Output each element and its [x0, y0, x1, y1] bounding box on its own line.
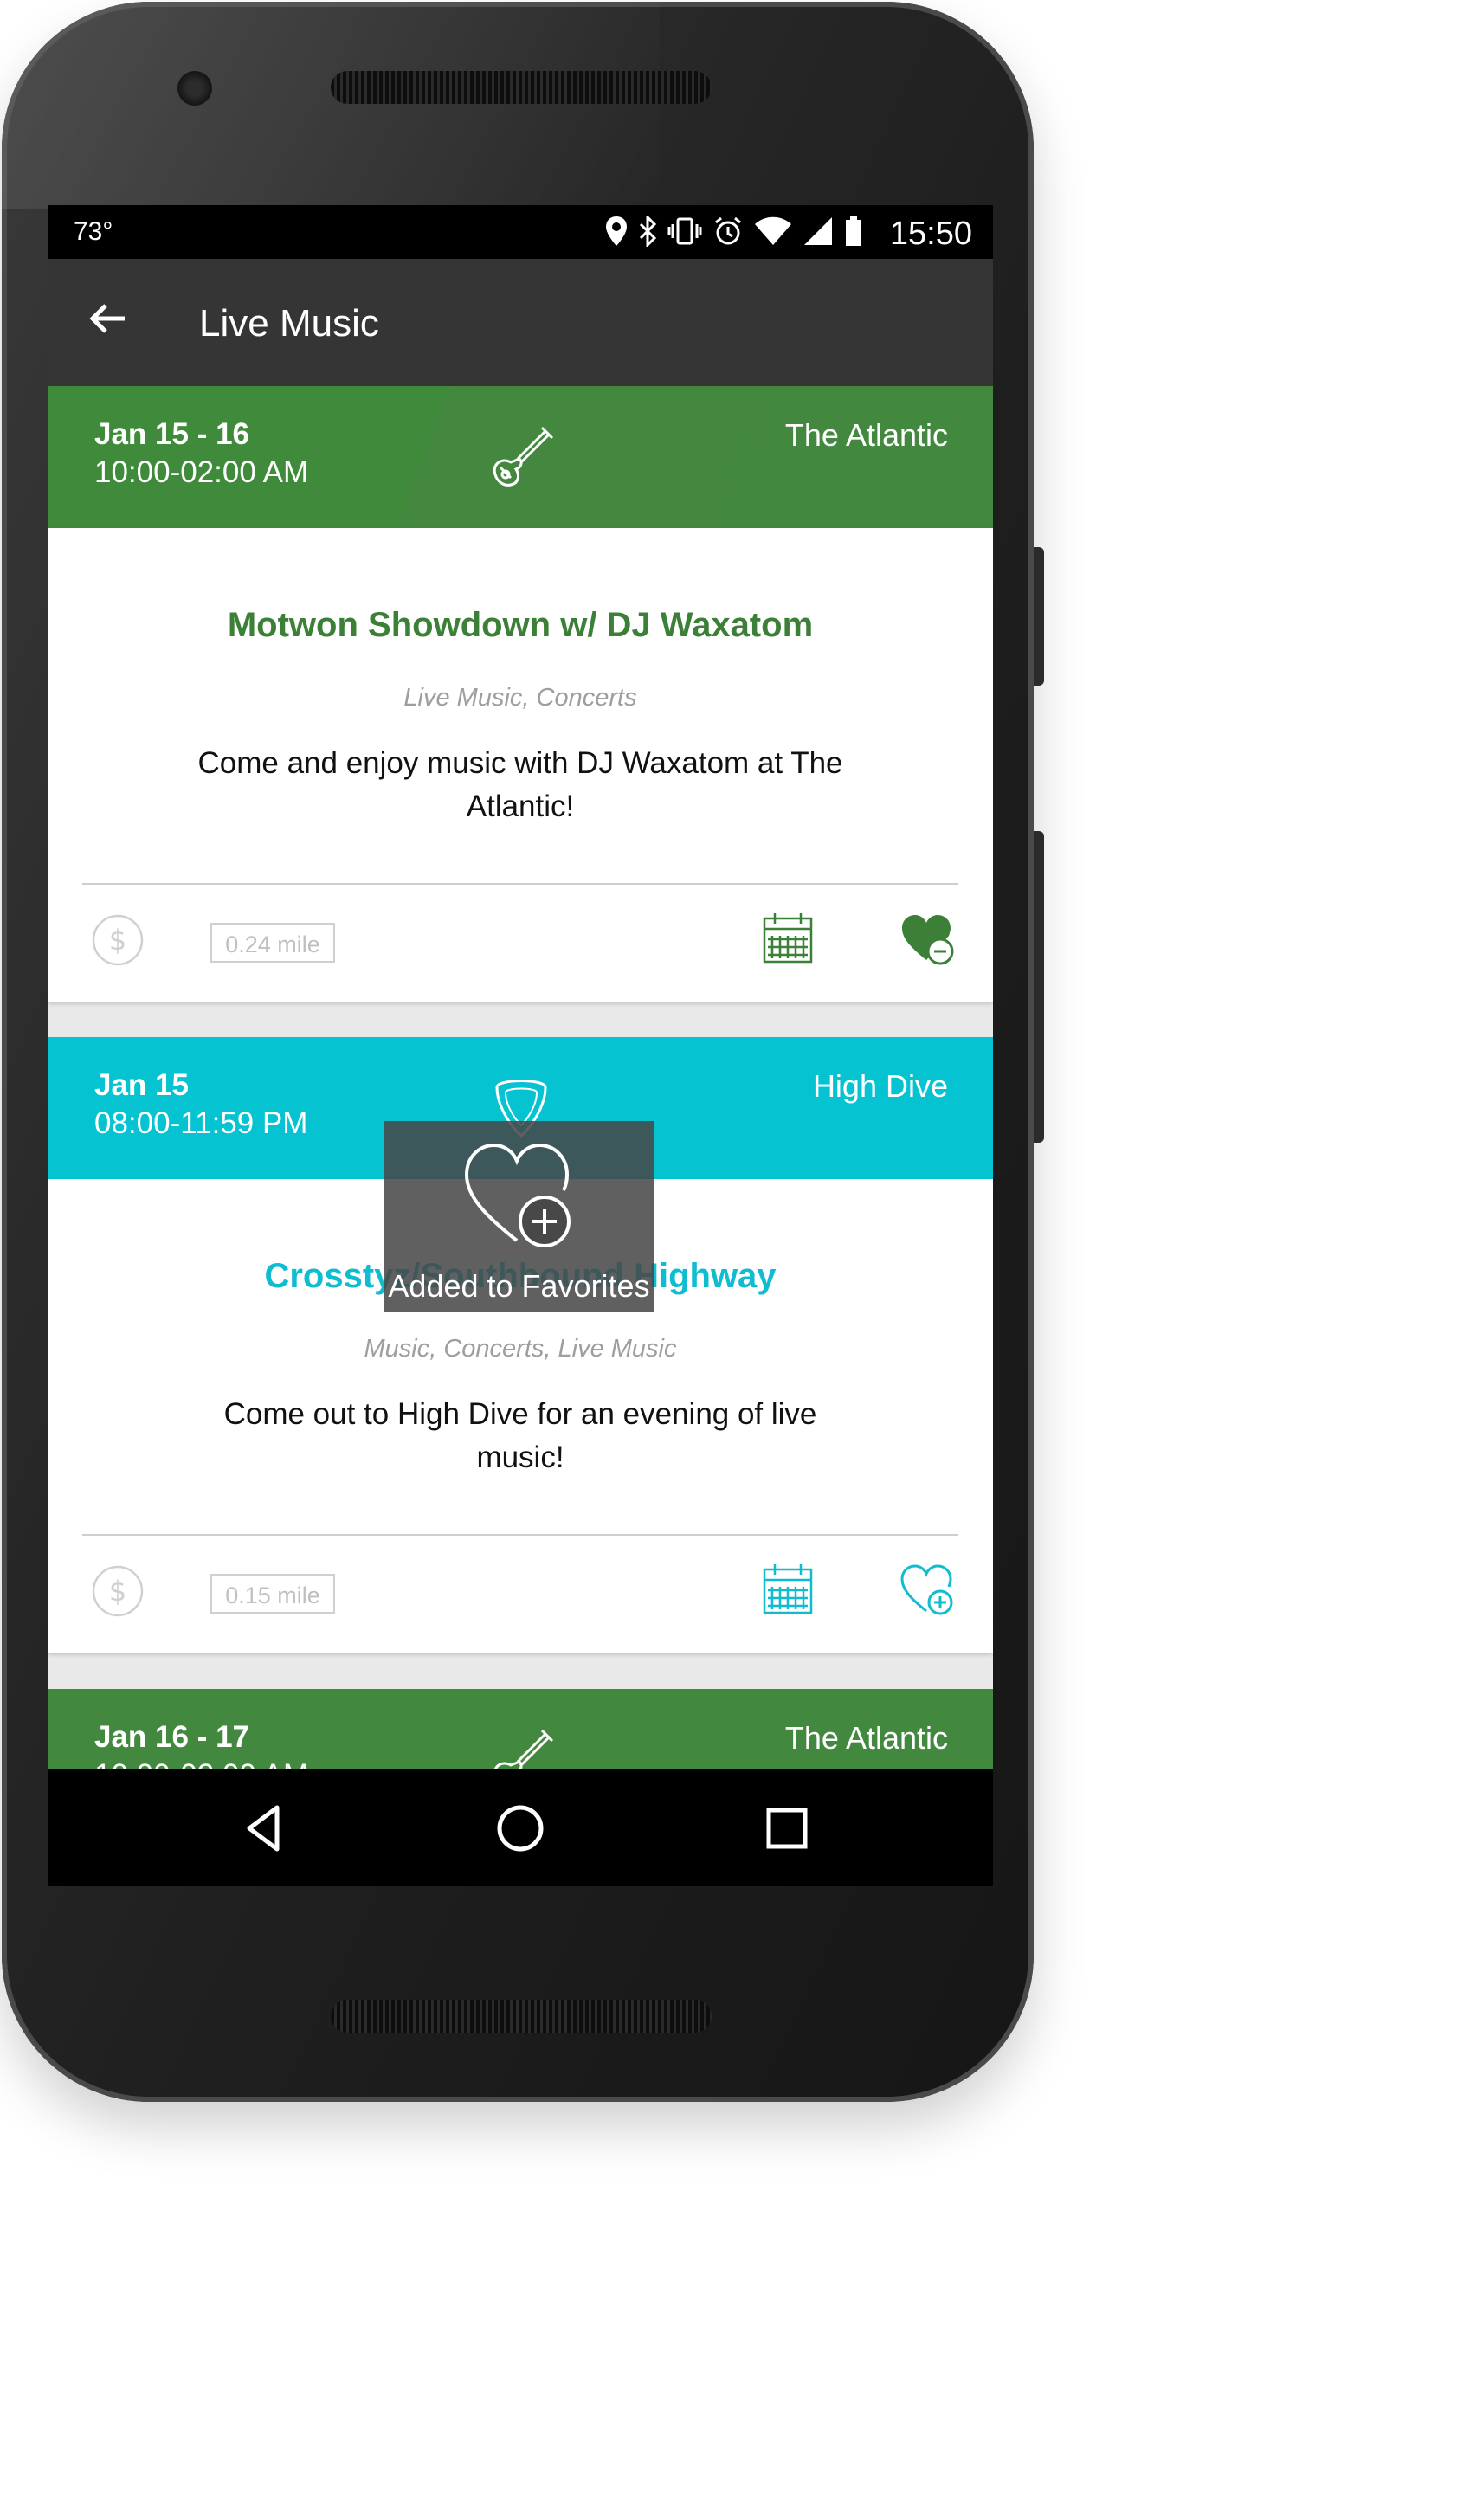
- vibrate-icon: [667, 217, 702, 245]
- price-icon[interactable]: $: [91, 913, 145, 967]
- event-description: Come and enjoy music with DJ Waxatom at …: [197, 746, 843, 823]
- nav-recents-icon[interactable]: [756, 1797, 818, 1859]
- volume-button: [1034, 547, 1044, 686]
- event-time: 10:00-02:00 AM: [94, 455, 309, 489]
- status-time: 15:50: [889, 216, 972, 252]
- event-venue: High Dive: [812, 1068, 948, 1104]
- event-header[interactable]: Jan 15 - 16 10:00-02:00 AM The Atlantic: [48, 386, 993, 528]
- system-nav-bar: [48, 1769, 993, 1886]
- phone-sheen: [2, 2, 660, 209]
- bluetooth-icon: [639, 216, 657, 247]
- power-button: [1034, 831, 1044, 1143]
- price-icon[interactable]: $: [91, 1564, 145, 1618]
- screen: 73° 15:50 Live Music Jan 15 - 16 10:00-0…: [48, 205, 993, 1886]
- event-tags: Live Music, Concerts: [403, 684, 637, 712]
- event-time: 10:00-02:00 AM: [94, 1758, 308, 1769]
- event-date: Jan 16 - 17: [94, 1720, 249, 1754]
- event-header[interactable]: Jan 16 - 17 10:00-02:00 AM The Atlantic: [48, 1689, 993, 1769]
- calendar-icon[interactable]: [761, 912, 815, 965]
- event-list[interactable]: Jan 15 - 16 10:00-02:00 AM The Atlantic …: [48, 386, 993, 1769]
- toast-message: Added to Favorites: [388, 1268, 650, 1304]
- page-title: Live Music: [199, 302, 379, 345]
- nav-home-icon[interactable]: [489, 1797, 551, 1859]
- event-time: 08:00-11:59 PM: [94, 1106, 308, 1140]
- heart-add-icon: [464, 1143, 571, 1247]
- status-bar: 73° 15:50: [48, 205, 993, 259]
- front-camera: [177, 71, 212, 106]
- event-title: Motwon Showdown w/ DJ Waxatom: [227, 606, 814, 644]
- svg-text:$: $: [109, 924, 126, 957]
- event-date: Jan 15: [94, 1068, 189, 1102]
- location-icon: [606, 216, 627, 246]
- event-card[interactable]: Motwon Showdown w/ DJ Waxatom Live Music…: [48, 528, 993, 1002]
- favorite-remove-icon[interactable]: [900, 912, 956, 967]
- event-venue: The Atlantic: [784, 417, 948, 453]
- divider: [82, 883, 958, 885]
- event-description: Come out to High Dive for an evening of …: [223, 1397, 817, 1474]
- distance-badge: 0.15 mile: [210, 1574, 335, 1614]
- favorites-toast: Added to Favorites: [384, 1121, 654, 1312]
- signal-icon: [804, 217, 832, 245]
- phone-frame: 73° 15:50 Live Music Jan 15 - 16 10:00-0…: [2, 2, 1034, 2102]
- event-venue: The Atlantic: [784, 1720, 948, 1756]
- favorite-add-icon[interactable]: [900, 1563, 956, 1618]
- event-tags: Music, Concerts, Live Music: [364, 1335, 677, 1363]
- guitar-icon: [493, 426, 554, 487]
- status-temperature: 73°: [74, 217, 113, 246]
- event-date: Jan 15 - 16: [94, 417, 249, 451]
- guitar-icon: [493, 1729, 554, 1769]
- nav-back-icon[interactable]: [232, 1797, 294, 1859]
- battery-icon: [846, 216, 861, 246]
- distance-badge: 0.24 mile: [210, 923, 335, 963]
- divider: [82, 1534, 958, 1536]
- alarm-icon: [715, 216, 741, 245]
- svg-text:$: $: [109, 1575, 126, 1608]
- arrow-back-icon: [89, 304, 125, 333]
- calendar-icon[interactable]: [761, 1563, 815, 1616]
- app-bar: Live Music: [48, 259, 993, 386]
- top-speaker: [331, 71, 712, 104]
- wifi-icon: [755, 216, 791, 245]
- status-icons: [605, 216, 863, 247]
- bottom-speaker: [331, 2000, 712, 2033]
- back-button[interactable]: [82, 297, 134, 349]
